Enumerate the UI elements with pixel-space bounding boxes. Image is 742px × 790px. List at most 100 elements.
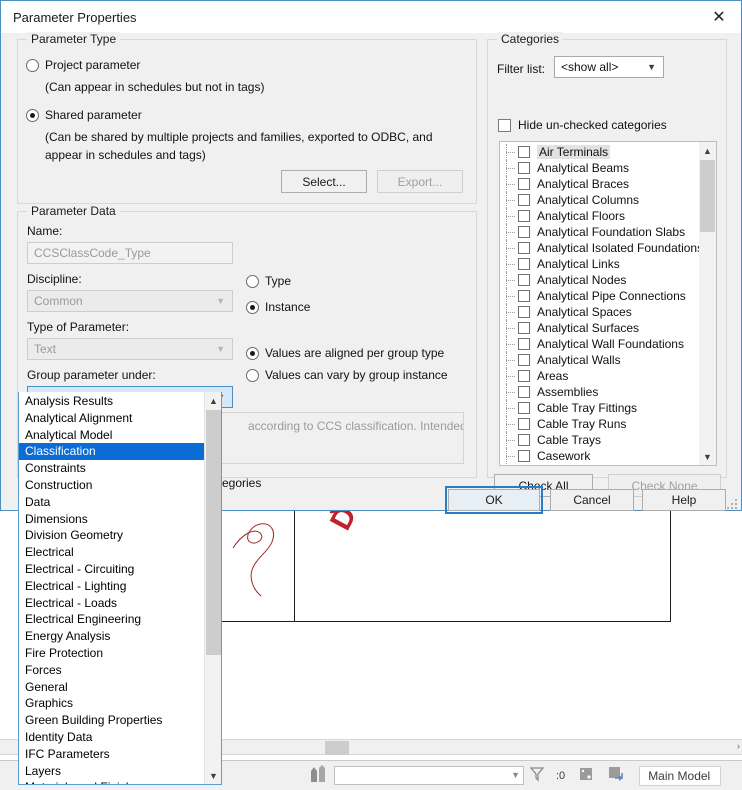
chevron-up-icon[interactable]: ▲ <box>699 142 716 159</box>
filter-list-select[interactable]: <show all> ▼ <box>554 56 664 78</box>
dropdown-item[interactable]: General <box>19 679 205 696</box>
category-checkbox[interactable] <box>518 338 530 350</box>
category-checkbox[interactable] <box>518 418 530 430</box>
category-checkbox[interactable] <box>518 242 530 254</box>
category-checkbox[interactable] <box>518 178 530 190</box>
category-row[interactable]: Analytical Links <box>500 256 699 272</box>
dropdown-item[interactable]: Layers <box>19 763 205 780</box>
dropdown-item[interactable]: Green Building Properties <box>19 712 205 729</box>
category-row[interactable]: Assemblies <box>500 384 699 400</box>
category-row[interactable]: Air Terminals <box>500 144 699 160</box>
category-checkbox[interactable] <box>518 290 530 302</box>
dropdown-item[interactable]: Energy Analysis <box>19 628 205 645</box>
type-radio[interactable]: Type <box>246 274 291 288</box>
filter-funnel-icon[interactable] <box>528 765 550 787</box>
category-row[interactable]: Cable Tray Fittings <box>500 400 699 416</box>
category-checkbox[interactable] <box>518 146 530 158</box>
category-row[interactable]: Analytical Surfaces <box>500 320 699 336</box>
dropdown-item[interactable]: Electrical <box>19 544 205 561</box>
dropdown-item[interactable]: Electrical - Lighting <box>19 578 205 595</box>
category-checkbox[interactable] <box>518 194 530 206</box>
close-icon[interactable]: ✕ <box>697 1 741 32</box>
category-row[interactable]: Analytical Foundation Slabs <box>500 224 699 240</box>
shared-parameter-radio[interactable]: Shared parameter <box>26 108 142 122</box>
status-bar-combo[interactable]: ▼ <box>334 766 524 785</box>
category-row[interactable]: Analytical Pipe Connections <box>500 288 699 304</box>
chevron-down-icon[interactable]: ▼ <box>699 448 716 465</box>
dropdown-item[interactable]: Division Geometry <box>19 527 205 544</box>
dropdown-item[interactable]: Constraints <box>19 460 205 477</box>
hide-unchecked-checkbox[interactable]: Hide un-checked categories <box>498 118 667 132</box>
category-row[interactable]: Cable Tray Runs <box>500 416 699 432</box>
category-row[interactable]: Analytical Floors <box>500 208 699 224</box>
category-row[interactable]: Analytical Nodes <box>500 272 699 288</box>
main-model-selector[interactable]: Main Model <box>639 765 722 786</box>
category-row[interactable]: Analytical Spaces <box>500 304 699 320</box>
category-checkbox[interactable] <box>518 226 530 238</box>
project-parameter-radio[interactable]: Project parameter <box>26 58 140 72</box>
category-checkbox[interactable] <box>518 210 530 222</box>
chevron-up-icon[interactable]: ▲ <box>205 392 221 409</box>
category-checkbox[interactable] <box>518 402 530 414</box>
dropdown-item[interactable]: Identity Data <box>19 729 205 746</box>
dropdown-item[interactable]: Electrical - Loads <box>19 595 205 612</box>
dropdown-item[interactable]: Dimensions <box>19 511 205 528</box>
dialog-titlebar[interactable]: Parameter Properties ✕ <box>1 1 741 33</box>
dropdown-item[interactable]: Analytical Model <box>19 427 205 444</box>
name-input[interactable]: CCSClassCode_Type <box>27 242 233 264</box>
category-checkbox[interactable] <box>518 162 530 174</box>
category-checkbox[interactable] <box>518 370 530 382</box>
dropdown-item[interactable]: Graphics <box>19 695 205 712</box>
category-row[interactable]: Casework <box>500 448 699 464</box>
editing-request-icon[interactable] <box>607 765 629 787</box>
dropdown-scrollbar[interactable]: ▲ ▼ <box>204 392 221 784</box>
category-row[interactable]: Analytical Columns <box>500 192 699 208</box>
dropdown-item[interactable]: Forces <box>19 662 205 679</box>
dropdown-item[interactable]: Electrical Engineering <box>19 611 205 628</box>
view-hscroll-thumb[interactable] <box>325 741 349 755</box>
categories-scroll-thumb[interactable] <box>700 160 715 232</box>
category-checkbox[interactable] <box>518 274 530 286</box>
category-row[interactable]: Analytical Beams <box>500 160 699 176</box>
category-checkbox[interactable] <box>518 306 530 318</box>
select-button[interactable]: Select... <box>281 170 367 193</box>
dropdown-scroll-thumb[interactable] <box>206 410 221 655</box>
dropdown-item[interactable]: Electrical - Circuiting <box>19 561 205 578</box>
type-of-parameter-select[interactable]: Text ▼ <box>27 338 233 360</box>
chevron-down-icon[interactable]: ▼ <box>205 767 221 784</box>
dropdown-item[interactable]: Analysis Results <box>19 393 205 410</box>
category-checkbox[interactable] <box>518 434 530 446</box>
model-site-icon[interactable] <box>308 764 330 787</box>
dropdown-item[interactable]: Construction <box>19 477 205 494</box>
categories-list[interactable]: Air Terminals Analytical Beams Analytical … <box>499 141 717 466</box>
dropdown-item[interactable]: Data <box>19 494 205 511</box>
exclude-options-icon[interactable] <box>577 765 599 787</box>
instance-radio[interactable]: Instance <box>246 300 310 314</box>
dropdown-item[interactable]: Materials and Finishes <box>19 779 205 784</box>
dropdown-item[interactable]: Fire Protection <box>19 645 205 662</box>
cancel-button[interactable]: Cancel <box>550 489 634 511</box>
category-row[interactable]: Cable Trays <box>500 432 699 448</box>
values-vary-radio[interactable]: Values can vary by group instance <box>246 368 448 382</box>
values-aligned-radio[interactable]: Values are aligned per group type <box>246 346 444 360</box>
category-checkbox[interactable] <box>518 386 530 398</box>
category-row[interactable]: Analytical Braces <box>500 176 699 192</box>
group-parameter-dropdown-popup[interactable]: Analysis Results Analytical Alignment Anal… <box>18 392 222 785</box>
category-row[interactable]: Areas <box>500 368 699 384</box>
category-checkbox[interactable] <box>518 354 530 366</box>
category-row[interactable]: Analytical Wall Foundations <box>500 336 699 352</box>
discipline-select[interactable]: Common ▼ <box>27 290 233 312</box>
ok-button[interactable]: OK <box>445 486 543 514</box>
dropdown-item[interactable]: IFC Parameters <box>19 746 205 763</box>
category-checkbox[interactable] <box>518 322 530 334</box>
category-row[interactable]: Analytical Isolated Foundations <box>500 240 703 256</box>
categories-scrollbar[interactable]: ▲ ▼ <box>699 142 716 465</box>
dropdown-item[interactable]: Analytical Alignment <box>19 410 205 427</box>
category-row[interactable]: Analytical Walls <box>500 352 699 368</box>
category-checkbox[interactable] <box>518 450 530 462</box>
category-checkbox[interactable] <box>518 258 530 270</box>
view-hscroll-right-arrow[interactable]: › <box>737 741 740 751</box>
dialog-resize-grip[interactable] <box>725 497 737 509</box>
help-button[interactable]: Help <box>642 489 726 511</box>
dropdown-item[interactable]: Classification <box>19 443 205 461</box>
